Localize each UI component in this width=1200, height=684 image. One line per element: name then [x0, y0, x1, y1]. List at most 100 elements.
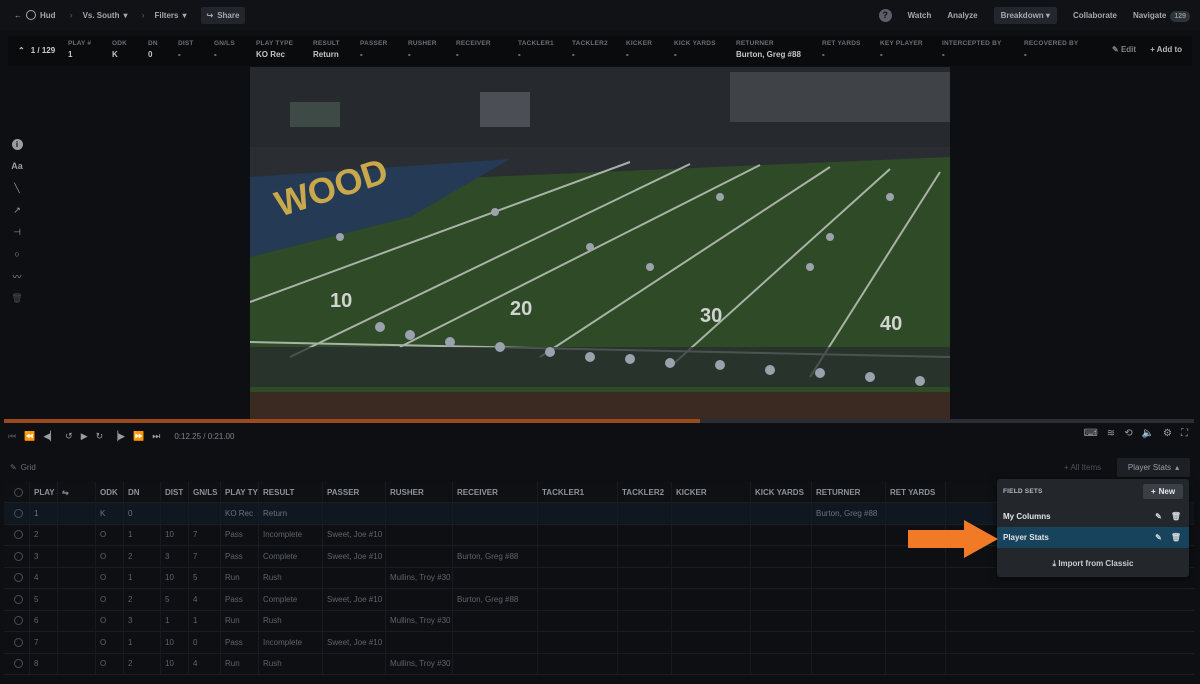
fieldset-item-player-stats[interactable]: Player Stats ✎ 🗑 — [997, 527, 1189, 548]
table-cell[interactable]: 7 — [189, 524, 221, 545]
nav-watch[interactable]: Watch — [908, 11, 932, 20]
table-cell[interactable] — [386, 503, 453, 524]
table-cell[interactable] — [323, 653, 386, 674]
table-cell[interactable]: 7 — [30, 632, 58, 653]
table-cell[interactable] — [618, 589, 672, 610]
row-select-radio[interactable] — [4, 546, 30, 567]
table-cell[interactable] — [538, 546, 618, 567]
table-cell[interactable] — [58, 546, 96, 567]
circle-tool-icon[interactable]: ○ — [9, 246, 25, 262]
table-cell[interactable]: 5 — [30, 589, 58, 610]
back-5s-icon[interactable]: ↺ — [65, 431, 73, 442]
table-cell[interactable] — [886, 653, 946, 674]
row-select-radio[interactable] — [4, 567, 30, 588]
back-button[interactable]: ← Hud — [14, 10, 56, 20]
table-cell[interactable]: 2 — [124, 589, 161, 610]
table-cell[interactable] — [386, 524, 453, 545]
table-cell[interactable]: Pass — [221, 632, 259, 653]
table-cell[interactable] — [323, 503, 386, 524]
loop-icon[interactable]: ⟲ — [1124, 428, 1132, 439]
column-header[interactable]: GN/LS — [189, 482, 221, 502]
table-cell[interactable]: 0 — [124, 503, 161, 524]
table-cell[interactable] — [386, 632, 453, 653]
table-cell[interactable]: O — [96, 589, 124, 610]
table-cell[interactable] — [323, 567, 386, 588]
fullscreen-icon[interactable]: ⛶ — [1181, 428, 1188, 439]
table-cell[interactable] — [618, 610, 672, 631]
table-cell[interactable]: Return — [259, 503, 323, 524]
nav-navigate[interactable]: Navigate 129 — [1133, 10, 1190, 22]
table-cell[interactable]: Pass — [221, 524, 259, 545]
forward-5s-icon[interactable]: ↻ — [96, 431, 104, 442]
row-select-radio[interactable] — [4, 589, 30, 610]
fieldset-selector[interactable]: Player Stats ▴ — [1117, 458, 1190, 477]
column-header[interactable]: RETURNER — [812, 482, 886, 502]
table-cell[interactable] — [386, 546, 453, 567]
table-cell[interactable] — [453, 653, 538, 674]
line-tool-icon[interactable]: ╲ — [9, 180, 25, 196]
table-cell[interactable]: 4 — [189, 653, 221, 674]
skip-end-icon[interactable]: ⏭ — [152, 431, 160, 442]
table-cell[interactable]: 6 — [30, 610, 58, 631]
play-counter[interactable]: ⌃ 1 / 129 — [8, 40, 68, 55]
table-cell[interactable] — [323, 610, 386, 631]
column-header[interactable]: TACKLER1 — [538, 482, 618, 502]
share-button[interactable]: ↪ Share — [200, 6, 246, 24]
column-header[interactable]: RUSHER — [386, 482, 453, 502]
add-to-button[interactable]: + Add to — [1150, 45, 1182, 54]
table-cell[interactable]: Burton, Greg #88 — [812, 503, 886, 524]
table-cell[interactable]: Mullins, Troy #30 — [386, 610, 453, 631]
table-cell[interactable]: Incomplete — [259, 524, 323, 545]
table-cell[interactable]: Mullins, Troy #30 — [386, 653, 453, 674]
table-cell[interactable] — [189, 503, 221, 524]
table-cell[interactable] — [386, 589, 453, 610]
table-cell[interactable] — [618, 567, 672, 588]
table-cell[interactable] — [751, 653, 812, 674]
table-cell[interactable]: 4 — [189, 589, 221, 610]
table-cell[interactable] — [812, 653, 886, 674]
table-cell[interactable] — [453, 610, 538, 631]
column-header[interactable]: KICKER — [672, 482, 751, 502]
table-cell[interactable]: 2 — [124, 653, 161, 674]
table-cell[interactable] — [453, 567, 538, 588]
game-breadcrumb[interactable]: Vs. South ▾ — [83, 11, 128, 20]
table-cell[interactable]: Sweet, Joe #10 — [323, 546, 386, 567]
table-cell[interactable] — [58, 567, 96, 588]
table-cell[interactable] — [538, 524, 618, 545]
t-line-tool-icon[interactable]: ⊣ — [9, 224, 25, 240]
column-header[interactable]: KICK YARDS — [751, 482, 812, 502]
table-cell[interactable] — [58, 503, 96, 524]
table-cell[interactable] — [672, 653, 751, 674]
column-header[interactable]: PLAY TYPE — [221, 482, 259, 502]
table-cell[interactable] — [618, 524, 672, 545]
table-cell[interactable] — [672, 589, 751, 610]
table-cell[interactable]: Run — [221, 610, 259, 631]
column-header[interactable]: TACKLER2 — [618, 482, 672, 502]
row-select-radio[interactable] — [4, 632, 30, 653]
column-header[interactable]: PLAY # — [30, 482, 58, 502]
table-cell[interactable]: O — [96, 524, 124, 545]
table-cell[interactable]: Mullins, Troy #30 — [386, 567, 453, 588]
new-fieldset-button[interactable]: + New — [1143, 484, 1183, 499]
text-tool-icon[interactable]: Aa — [9, 158, 25, 174]
auto-fill-column-header[interactable]: ⇋ — [58, 482, 96, 502]
table-cell[interactable] — [812, 632, 886, 653]
table-cell[interactable] — [751, 610, 812, 631]
table-cell[interactable] — [812, 546, 886, 567]
table-cell[interactable] — [453, 524, 538, 545]
trash-icon[interactable]: 🗑 — [1171, 533, 1181, 542]
column-header[interactable]: RESULT — [259, 482, 323, 502]
table-cell[interactable] — [618, 653, 672, 674]
table-cell[interactable]: 10 — [161, 653, 189, 674]
all-items-button[interactable]: + All Items — [1064, 463, 1101, 472]
table-cell[interactable] — [538, 610, 618, 631]
table-cell[interactable]: 1 — [189, 610, 221, 631]
table-cell[interactable]: Rush — [259, 653, 323, 674]
table-cell[interactable] — [538, 632, 618, 653]
table-row[interactable]: 8 O 2 10 4 Run Rush Mullins, Troy #30 — [4, 653, 1194, 675]
table-cell[interactable]: Burton, Greg #88 — [453, 589, 538, 610]
table-cell[interactable]: Sweet, Joe #10 — [323, 632, 386, 653]
table-cell[interactable] — [751, 632, 812, 653]
table-row[interactable]: 5 O 2 5 4 Pass Complete Sweet, Joe #10 Burton, G… — [4, 589, 1194, 611]
table-cell[interactable]: 10 — [161, 524, 189, 545]
